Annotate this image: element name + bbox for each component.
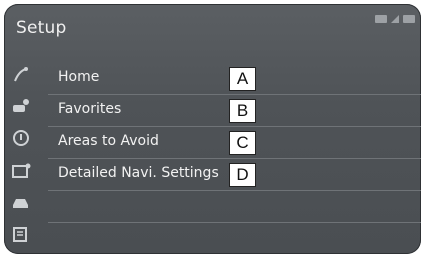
signal-icon (391, 15, 399, 23)
empty-row (48, 222, 421, 254)
car-pin-icon[interactable] (10, 96, 32, 116)
audio-icon[interactable] (10, 128, 32, 148)
callout-marker-b: B (229, 99, 256, 123)
status-icon-1 (375, 15, 387, 23)
callout-marker-a: A (229, 67, 256, 91)
menu-item-label: Home (58, 69, 100, 85)
sidebar (4, 60, 38, 254)
setup-screen: Setup Home A Favorites B Areas to Avoid … (4, 4, 421, 254)
vehicle-icon[interactable] (10, 193, 32, 213)
empty-row (48, 190, 421, 223)
status-indicators (375, 14, 415, 24)
menu-item-label: Areas to Avoid (58, 133, 159, 149)
menu-item-favorites[interactable]: Favorites B (48, 94, 421, 127)
menu-item-areas-to-avoid[interactable]: Areas to Avoid C (48, 126, 421, 159)
info-icon[interactable] (10, 224, 32, 244)
callout-marker-d: D (229, 163, 256, 187)
menu-item-label: Favorites (58, 101, 122, 117)
menu-item-home[interactable]: Home A (48, 62, 421, 95)
menu-item-detailed-navi-settings[interactable]: Detailed Navi. Settings D (48, 158, 421, 191)
callout-marker-c: C (229, 131, 256, 155)
screen-title: Setup (16, 18, 67, 38)
navigation-icon[interactable] (10, 65, 32, 85)
status-icon-2 (403, 15, 415, 23)
menu-item-label: Detailed Navi. Settings (58, 165, 219, 181)
phone-settings-icon[interactable] (10, 161, 32, 181)
